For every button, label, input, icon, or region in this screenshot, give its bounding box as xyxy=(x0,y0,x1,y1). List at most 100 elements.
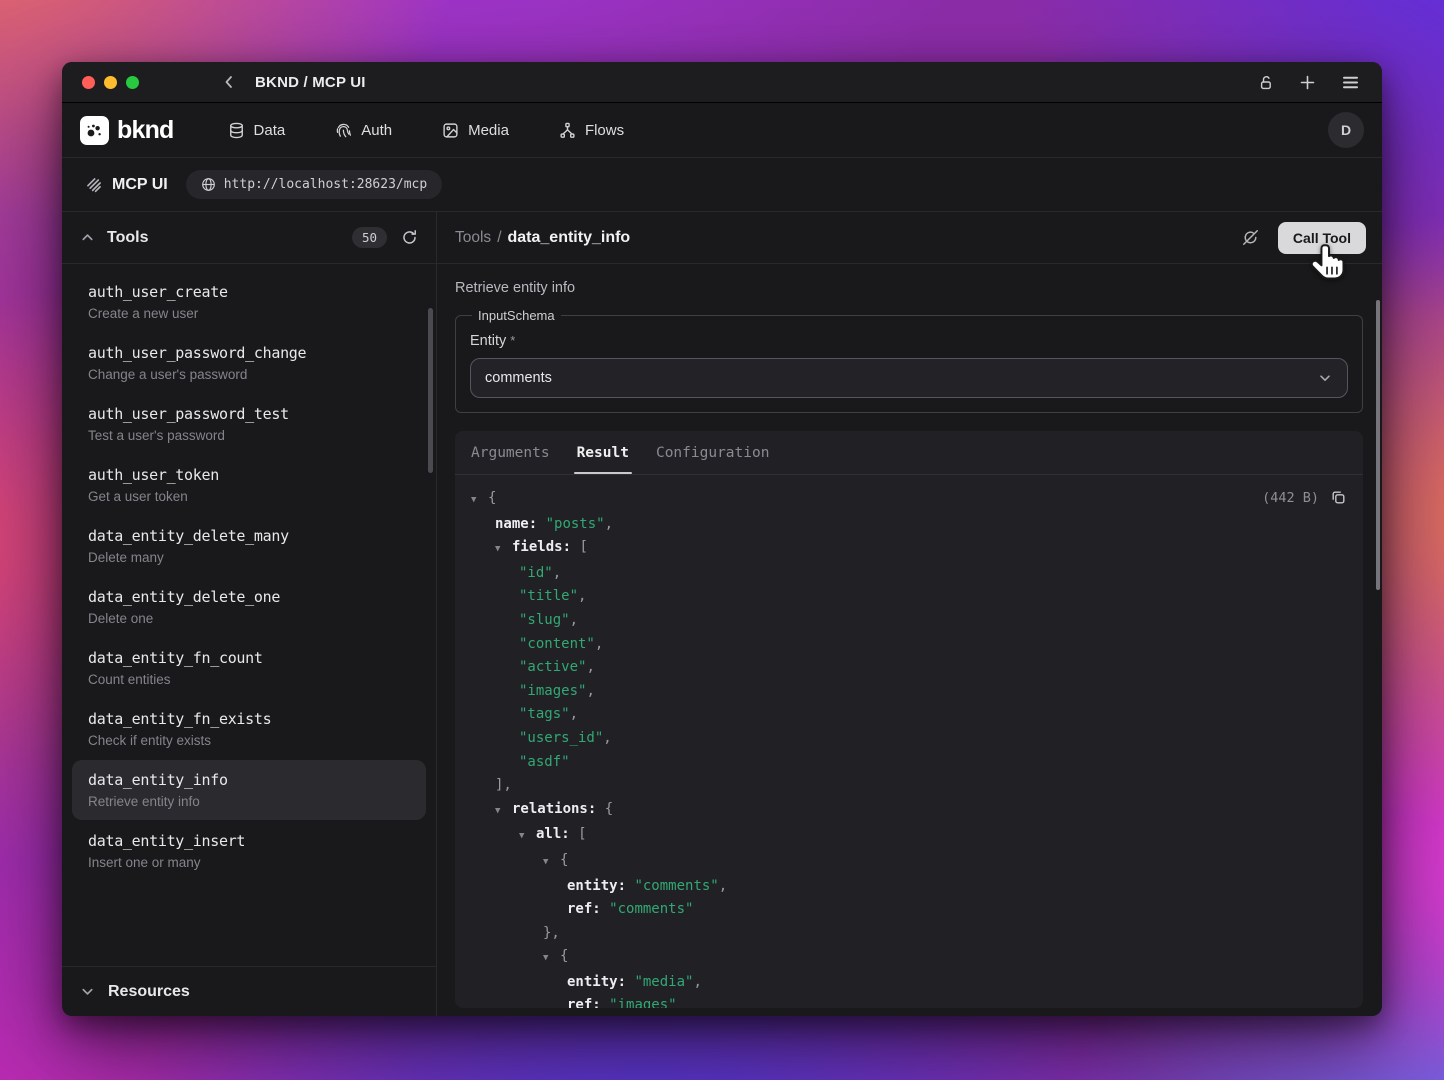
nav-item-label: Flows xyxy=(585,122,624,139)
app-window: BKND / MCP UI bknd Data Auth xyxy=(62,62,1382,1016)
json-line: "content", xyxy=(471,633,1347,657)
tool-list-item[interactable]: data_entity_fn_count Count entities xyxy=(72,638,426,698)
tool-list-item[interactable]: auth_user_password_change Change a user'… xyxy=(72,333,426,393)
tab-result[interactable]: Result xyxy=(577,431,629,474)
json-line: "title", xyxy=(471,585,1347,609)
json-line: ▼fields: [ xyxy=(471,536,1347,562)
tool-description: Check if entity exists xyxy=(88,733,410,748)
entity-select[interactable]: comments xyxy=(470,358,1348,398)
expand-arrow-icon[interactable]: ▼ xyxy=(495,538,512,562)
window-title: BKND / MCP UI xyxy=(255,74,366,91)
json-line: entity: "comments", xyxy=(471,875,1347,899)
json-line: ], xyxy=(471,774,1347,798)
fingerprint-icon xyxy=(335,122,352,139)
image-icon xyxy=(442,122,459,139)
app-navbar: bknd Data Auth Media Flows D xyxy=(62,103,1382,158)
menu-icon[interactable] xyxy=(1341,73,1360,92)
nav-item-label: Data xyxy=(254,122,286,139)
tool-description: Insert one or many xyxy=(88,855,410,870)
expand-arrow-icon[interactable]: ▼ xyxy=(519,825,536,849)
json-line: "slug", xyxy=(471,609,1347,633)
tool-name: data_entity_delete_many xyxy=(88,527,410,545)
back-button[interactable] xyxy=(221,74,237,90)
expand-arrow-icon[interactable]: ▼ xyxy=(495,800,512,824)
resources-section-header[interactable]: Resources xyxy=(62,966,436,1016)
desktop: { "titlebar": { "title": "BKND / MCP UI"… xyxy=(0,0,1444,1080)
nav-item-label: Media xyxy=(468,122,509,139)
json-line: ▼{ xyxy=(471,487,1347,513)
tool-description: Count entities xyxy=(88,672,410,687)
tool-name: data_entity_insert xyxy=(88,832,410,850)
sidebar-scrollbar-thumb[interactable] xyxy=(428,308,433,473)
new-tab-icon[interactable] xyxy=(1298,73,1317,92)
tool-name: auth_user_password_test xyxy=(88,405,410,423)
call-tool-button[interactable]: Call Tool xyxy=(1278,222,1366,254)
close-window-button[interactable] xyxy=(82,76,95,89)
refresh-icon[interactable] xyxy=(401,229,418,246)
tool-name: auth_user_token xyxy=(88,466,410,484)
tool-description: Test a user's password xyxy=(88,428,410,443)
input-schema-fieldset: InputSchema Entity* comments xyxy=(455,308,1363,413)
tool-list-item[interactable]: auth_user_create Create a new user xyxy=(72,272,426,332)
json-line: entity: "media", xyxy=(471,971,1347,995)
result-panel: Arguments Result Configuration ▼{name: "… xyxy=(455,431,1363,1008)
auto-refresh-off-icon[interactable] xyxy=(1241,228,1260,247)
json-line: ref: "images" xyxy=(471,994,1347,1008)
zoom-window-button[interactable] xyxy=(126,76,139,89)
nav-item-data[interactable]: Data xyxy=(228,122,286,139)
brand-logo[interactable]: bknd xyxy=(80,116,174,145)
tools-sidebar: Tools 50 auth_user_create Create a new u… xyxy=(62,212,437,1016)
server-url-pill[interactable]: http://localhost:28623/mcp xyxy=(186,170,443,199)
tool-list-item[interactable]: auth_user_password_test Test a user's pa… xyxy=(72,394,426,454)
tab-configuration[interactable]: Configuration xyxy=(656,431,770,474)
resources-section-title: Resources xyxy=(108,983,190,1001)
tool-detail-panel: Tools / data_entity_info Call Tool Retri… xyxy=(437,212,1382,1016)
copy-icon[interactable] xyxy=(1330,489,1347,506)
json-line: "tags", xyxy=(471,703,1347,727)
minimize-window-button[interactable] xyxy=(104,76,117,89)
unlock-icon[interactable] xyxy=(1257,74,1274,91)
tool-description: Retrieve entity info xyxy=(455,280,1364,296)
chevron-down-icon xyxy=(80,984,95,999)
json-line: "active", xyxy=(471,656,1347,680)
tool-list-item[interactable]: auth_user_token Get a user token xyxy=(72,455,426,515)
tool-list-item[interactable]: data_entity_insert Insert one or many xyxy=(72,821,426,881)
entity-select-value: comments xyxy=(485,370,552,386)
tool-description: Change a user's password xyxy=(88,367,410,382)
json-line: ▼all: [ xyxy=(471,823,1347,849)
user-avatar[interactable]: D xyxy=(1328,112,1364,148)
entity-field-label: Entity* xyxy=(470,333,1348,349)
tool-list-item[interactable]: data_entity_info Retrieve entity info xyxy=(72,760,426,820)
main-scrollbar-thumb[interactable] xyxy=(1376,300,1380,590)
nav-item-media[interactable]: Media xyxy=(442,122,509,139)
titlebar: BKND / MCP UI xyxy=(62,62,1382,103)
expand-arrow-icon[interactable]: ▼ xyxy=(543,947,560,971)
json-line: ▼{ xyxy=(471,945,1347,971)
json-line: name: "posts", xyxy=(471,513,1347,537)
json-line: "asdf" xyxy=(471,751,1347,775)
tab-arguments[interactable]: Arguments xyxy=(471,431,550,474)
expand-arrow-icon[interactable]: ▼ xyxy=(543,851,560,875)
tool-list-item[interactable]: data_entity_delete_many Delete many xyxy=(72,516,426,576)
tools-section-header[interactable]: Tools 50 xyxy=(62,212,436,264)
nav-item-label: Auth xyxy=(361,122,392,139)
bknd-logo-icon xyxy=(80,116,109,145)
tool-list-item[interactable]: data_entity_delete_one Delete one xyxy=(72,577,426,637)
json-line: "id", xyxy=(471,562,1347,586)
nav-item-flows[interactable]: Flows xyxy=(559,122,624,139)
breadcrumb-section[interactable]: Tools xyxy=(455,229,491,247)
tool-description: Delete one xyxy=(88,611,410,626)
window-controls xyxy=(82,76,139,89)
tool-list-item[interactable]: data_entity_fn_exists Check if entity ex… xyxy=(72,699,426,759)
result-size-label: (442 B) xyxy=(1262,490,1319,506)
workflow-icon xyxy=(559,122,576,139)
expand-arrow-icon[interactable]: ▼ xyxy=(471,489,488,513)
tool-name: data_entity_fn_count xyxy=(88,649,410,667)
chevron-down-icon xyxy=(1317,370,1333,386)
required-mark: * xyxy=(510,333,515,348)
breadcrumb-separator: / xyxy=(497,229,501,247)
tools-section-title: Tools xyxy=(107,229,148,247)
tool-description: Retrieve entity info xyxy=(88,794,410,809)
tools-count-badge: 50 xyxy=(352,227,387,248)
nav-item-auth[interactable]: Auth xyxy=(335,122,392,139)
